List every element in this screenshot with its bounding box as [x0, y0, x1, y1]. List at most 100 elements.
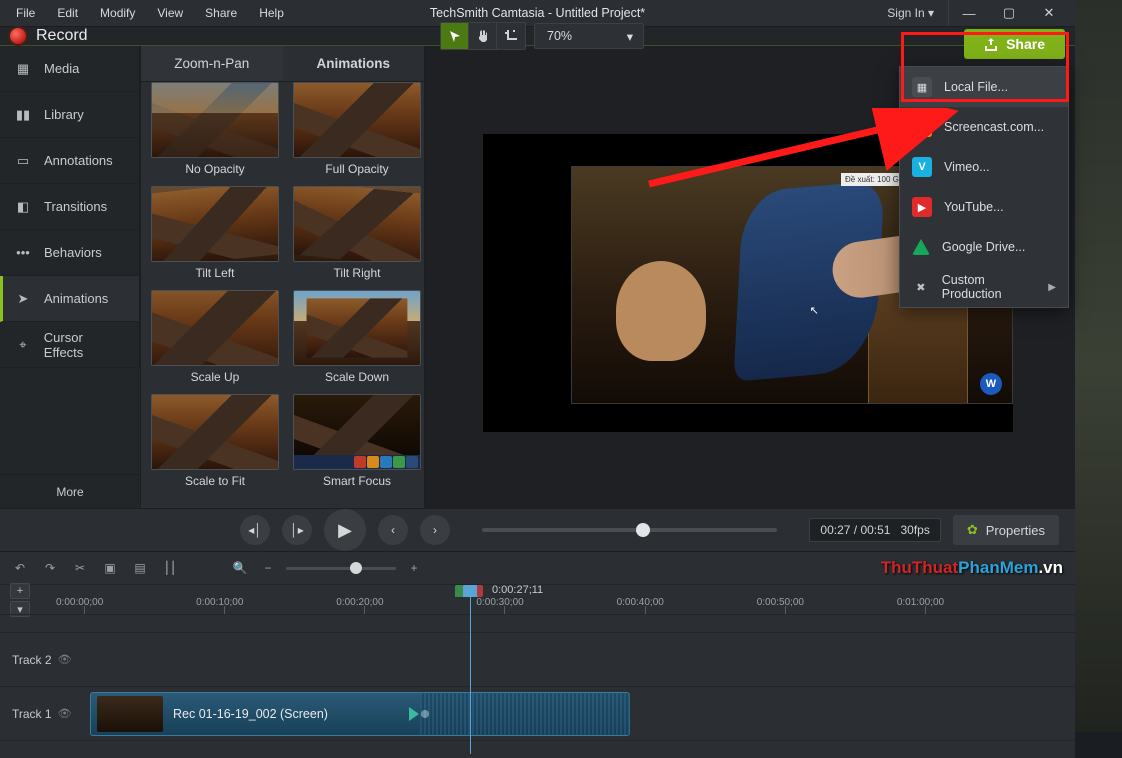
effect-tilt-left[interactable]: Tilt Left [151, 186, 279, 284]
effect-label: Scale Up [151, 366, 279, 388]
timeline-toolbar: ↶ ↷ ✂ ▣ ▤ ⎮⎮ 🔍 − + ThuThuatPhanMem.vn [0, 552, 1075, 584]
effect-label: Scale Down [293, 366, 421, 388]
canvas-zoom-value: 70% [547, 29, 572, 43]
toolbar: Record 70% ▾ Share [0, 26, 1075, 46]
effect-label: Tilt Left [151, 262, 279, 284]
menu-view[interactable]: View [147, 2, 193, 24]
canvas-zoom-select[interactable]: 70% ▾ [534, 23, 644, 49]
playback-slider[interactable] [482, 528, 777, 532]
sidebar: ▦Media ▮▮Library ▭Annotations ◧Transitio… [0, 46, 140, 508]
sidebar-item-animations[interactable]: ➤Animations [0, 276, 139, 322]
tools-icon: ✖ [912, 277, 930, 297]
eye-icon[interactable]: 👁 [58, 707, 72, 720]
share-item-youtube[interactable]: ▶YouTube... [900, 187, 1068, 227]
eye-icon[interactable]: 👁 [58, 653, 72, 666]
prev-marker-button[interactable]: ◂│ [240, 515, 270, 545]
sidebar-item-transitions[interactable]: ◧Transitions [0, 184, 139, 230]
play-button[interactable]: ▶ [324, 509, 366, 551]
fps-value: 30fps [900, 523, 929, 537]
wb-logo-icon: W [980, 373, 1002, 395]
sidebar-item-annotations[interactable]: ▭Annotations [0, 138, 139, 184]
cut-button[interactable]: ✂ [70, 558, 90, 578]
effect-scale-to-fit[interactable]: Scale to Fit [151, 394, 279, 492]
track-2[interactable]: Track 2👁 [0, 632, 1075, 686]
share-icon [984, 37, 998, 51]
share-item-screencast[interactable]: ▶Screencast.com... [900, 107, 1068, 147]
track-label: Track 1 [12, 707, 52, 721]
sidebar-item-media[interactable]: ▦Media [0, 46, 139, 92]
timeline-zoom-fit-button[interactable]: 🔍 [230, 558, 250, 578]
tab-zoom-n-pan[interactable]: Zoom-n-Pan [141, 46, 283, 81]
ruler-tick: 0:00:30;00 [476, 597, 523, 608]
edit-tool-button[interactable] [441, 23, 469, 49]
window-maximize-button[interactable]: ▢ [989, 0, 1029, 26]
share-button-label: Share [1006, 36, 1045, 52]
menu-file[interactable]: File [6, 2, 45, 24]
sidebar-item-label: Behaviors [44, 245, 102, 260]
menu-share[interactable]: Share [195, 2, 247, 24]
clip-label: Rec 01-16-19_002 (Screen) [173, 707, 328, 721]
tab-animations[interactable]: Animations [283, 46, 425, 81]
animation-marker-icon[interactable] [409, 707, 419, 721]
sidebar-more-button[interactable]: More [0, 474, 140, 508]
timeline-zoom-in-button[interactable]: + [404, 558, 424, 578]
timeline-zoom-slider[interactable] [286, 567, 396, 570]
effect-scale-up[interactable]: Scale Up [151, 290, 279, 388]
youtube-icon: ▶ [912, 197, 932, 217]
split-button[interactable]: ⎮⎮ [160, 558, 180, 578]
playback-bar: ◂│ │▸ ▶ ‹ › 00:27 / 00:51 30fps ✿ Proper… [0, 508, 1075, 551]
menu-modify[interactable]: Modify [90, 2, 145, 24]
share-item-custom-production[interactable]: ✖Custom Production▶ [900, 267, 1068, 307]
effect-full-opacity[interactable]: Full Opacity [293, 82, 421, 180]
pan-tool-button[interactable] [469, 23, 497, 49]
media-icon: ▦ [14, 62, 32, 76]
next-marker-button[interactable]: │▸ [282, 515, 312, 545]
crop-tool-button[interactable] [497, 23, 525, 49]
annotations-icon: ▭ [14, 154, 32, 168]
share-item-label: Screencast.com... [944, 120, 1044, 134]
copy-button[interactable]: ▣ [100, 558, 120, 578]
window-minimize-button[interactable]: — [949, 0, 989, 26]
sidebar-item-label: Transitions [44, 199, 107, 214]
effect-smart-focus[interactable]: Smart Focus [293, 394, 421, 492]
paste-button[interactable]: ▤ [130, 558, 150, 578]
share-item-local-file[interactable]: ▦Local File... [900, 67, 1068, 107]
effect-tilt-right[interactable]: Tilt Right [293, 186, 421, 284]
timeline-clip[interactable]: Rec 01-16-19_002 (Screen) [90, 692, 630, 736]
signin-button[interactable]: Sign In ▾ [873, 0, 949, 26]
properties-button[interactable]: ✿ Properties [953, 515, 1059, 545]
undo-button[interactable]: ↶ [10, 558, 30, 578]
sidebar-item-behaviors[interactable]: •••Behaviors [0, 230, 139, 276]
effect-label: Full Opacity [293, 158, 421, 180]
next-frame-button[interactable]: › [420, 515, 450, 545]
ruler-tick: 0:00:50;00 [757, 597, 804, 608]
timeline-zoom-out-button[interactable]: − [258, 558, 278, 578]
window-close-button[interactable]: ✕ [1029, 0, 1069, 26]
ruler-tick: 0:01:00;00 [897, 597, 944, 608]
playhead-time: 0:00:27;11 [492, 584, 543, 596]
share-button[interactable]: Share [964, 29, 1065, 59]
library-icon: ▮▮ [14, 108, 32, 122]
sidebar-item-library[interactable]: ▮▮Library [0, 92, 139, 138]
chevron-down-icon: ▾ [627, 29, 633, 44]
effect-label: Scale to Fit [151, 470, 279, 492]
timeline-panel: ↶ ↷ ✂ ▣ ▤ ⎮⎮ 🔍 − + ThuThuatPhanMem.vn + … [0, 551, 1075, 758]
file-icon: ▦ [912, 77, 932, 97]
share-item-vimeo[interactable]: VVimeo... [900, 147, 1068, 187]
record-button[interactable]: Record [10, 27, 88, 45]
menu-edit[interactable]: Edit [47, 2, 88, 24]
properties-label: Properties [986, 523, 1045, 538]
vimeo-icon: V [912, 157, 932, 177]
share-item-google-drive[interactable]: Google Drive... [900, 227, 1068, 267]
redo-button[interactable]: ↷ [40, 558, 60, 578]
menu-help[interactable]: Help [249, 2, 294, 24]
canvas-tool-group: 70% ▾ [440, 22, 644, 50]
effect-scale-down[interactable]: Scale Down [293, 290, 421, 388]
record-icon [10, 28, 26, 44]
effect-no-opacity[interactable]: No Opacity [151, 82, 279, 180]
timeline-ruler[interactable]: + ▾ 0:00:00;00 0:00:10;00 0:00:20;00 0:0… [0, 584, 1075, 614]
playhead[interactable]: 0:00:27;11 [470, 585, 471, 754]
prev-frame-button[interactable]: ‹ [378, 515, 408, 545]
track-add-button[interactable]: + [10, 583, 30, 599]
sidebar-item-cursor-effects[interactable]: ⌖Cursor Effects [0, 322, 139, 368]
